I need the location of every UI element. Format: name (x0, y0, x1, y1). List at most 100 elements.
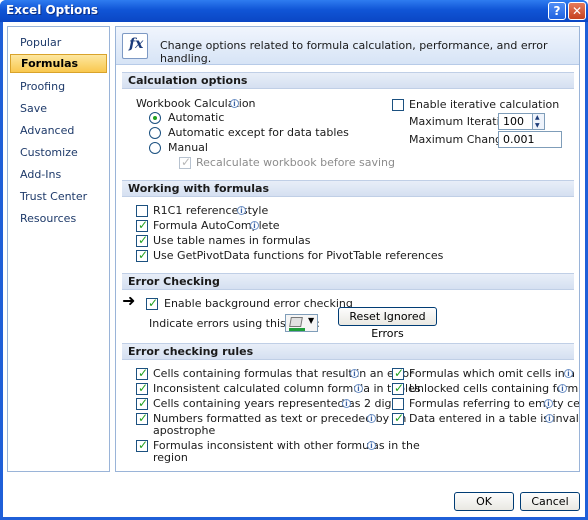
error-color-picker[interactable]: ▼ (285, 314, 318, 332)
dialog-footer: OK Cancel (3, 477, 585, 517)
info-icon[interactable]: i (350, 369, 359, 378)
rule-invalid-table-data-label: Data entered in a table is invalid (409, 412, 580, 425)
paint-bucket-icon (289, 317, 303, 327)
recalculate-before-saving-checkbox[interactable] (179, 155, 191, 169)
rule-empty-cells-checkbox[interactable] (392, 398, 404, 410)
table-names-checkbox[interactable] (136, 233, 148, 247)
nav-label: Popular (20, 36, 62, 49)
options-nav: Popular Formulas Proofing Save Advanced … (7, 26, 110, 472)
rule-inconsistent-column-checkbox[interactable] (136, 381, 148, 395)
nav-label: Save (20, 102, 48, 115)
section-error-checking: Error Checking (122, 273, 574, 290)
nav-item-addins[interactable]: Add-Ins (10, 165, 107, 184)
nav-item-advanced[interactable]: Advanced (10, 121, 107, 140)
help-button[interactable]: ? (548, 2, 566, 20)
close-icon: ✕ (571, 4, 583, 18)
info-icon[interactable]: i (342, 399, 351, 408)
section-working-with-formulas: Working with formulas (122, 180, 574, 197)
info-icon[interactable]: i (367, 441, 376, 450)
section-error-checking-rules: Error checking rules (122, 343, 574, 360)
info-icon[interactable]: i (544, 399, 553, 408)
radio-manual[interactable] (149, 142, 161, 154)
rule-inconsistent-column-label: Inconsistent calculated column formula i… (153, 382, 421, 395)
nav-item-formulas[interactable]: Formulas (10, 54, 107, 73)
cancel-button[interactable]: Cancel (520, 492, 580, 511)
rule-numbers-as-text-label-cont: apostrophe (153, 424, 216, 437)
section-calculation-options: Calculation options (122, 72, 574, 89)
ok-button[interactable]: OK (454, 492, 514, 511)
maximum-change-input[interactable]: 0.001 (498, 131, 562, 148)
radio-automatic-label: Automatic (168, 111, 225, 124)
rule-two-digit-years-checkbox[interactable] (136, 396, 148, 410)
getpivotdata-checkbox[interactable] (136, 248, 148, 262)
rule-omit-cells-checkbox[interactable] (392, 366, 404, 380)
info-icon[interactable]: i (237, 206, 246, 215)
panel-header: fx Change options related to formula cal… (116, 27, 579, 65)
r1c1-checkbox[interactable] (136, 205, 148, 217)
nav-item-trust-center[interactable]: Trust Center (10, 187, 107, 206)
rule-inconsistent-formulas-label-cont: region (153, 451, 188, 464)
rule-formulas-error-checkbox[interactable] (136, 366, 148, 380)
pointer-arrow-icon: ➜ (122, 291, 136, 310)
nav-label: Proofing (20, 80, 66, 93)
rule-unlocked-cells-checkbox[interactable] (392, 381, 404, 395)
background-error-checking-checkbox[interactable] (146, 296, 158, 310)
formulas-panel: fx Change options related to formula cal… (115, 26, 580, 472)
color-swatch (289, 328, 305, 331)
close-button[interactable]: ✕ (568, 2, 586, 20)
info-icon[interactable]: i (250, 221, 259, 230)
chevron-down-icon: ▼ (308, 316, 315, 325)
getpivotdata-label: Use GetPivotData functions for PivotTabl… (153, 249, 444, 262)
rule-empty-cells-label: Formulas referring to empty cells (409, 397, 580, 410)
dialog-body: Popular Formulas Proofing Save Advanced … (3, 22, 585, 517)
reset-ignored-errors-button[interactable]: Reset Ignored Errors (338, 307, 437, 340)
nav-label: Advanced (20, 124, 75, 137)
info-icon[interactable]: i (230, 99, 239, 108)
iterations-spinner[interactable]: ▲ ▼ (532, 113, 545, 130)
rule-omit-cells-label: Formulas which omit cells in a region (409, 367, 579, 380)
enable-iterative-label: Enable iterative calculation (409, 98, 560, 111)
background-error-checking-label: Enable background error checking (164, 297, 353, 310)
info-icon[interactable]: i (558, 384, 567, 393)
info-icon[interactable]: i (564, 369, 573, 378)
nav-label: Add-Ins (20, 168, 62, 181)
rule-inconsistent-formulas-checkbox[interactable] (136, 438, 148, 452)
spin-up-icon: ▲ (535, 114, 540, 121)
nav-item-proofing[interactable]: Proofing (10, 77, 107, 96)
maximum-change-label: Maximum Change: (409, 133, 513, 146)
nav-label: Trust Center (20, 190, 88, 203)
fx-glyph: fx (129, 36, 144, 52)
spin-down-icon: ▼ (535, 122, 540, 129)
rule-inconsistent-formulas-label: Formulas inconsistent with other formula… (153, 439, 420, 452)
info-icon[interactable]: i (367, 414, 376, 423)
nav-item-resources[interactable]: Resources (10, 209, 107, 228)
radio-automatic[interactable] (149, 112, 161, 124)
formula-autocomplete-label: Formula AutoComplete (153, 219, 280, 232)
info-icon[interactable]: i (545, 414, 554, 423)
header-description: Change options related to formula calcul… (160, 39, 548, 65)
nav-label: Resources (20, 212, 77, 225)
rule-unlocked-cells-label: Unlocked cells containing formulas (409, 382, 579, 395)
nav-label: Formulas (21, 57, 79, 70)
rule-two-digit-years-label: Cells containing years represented as 2 … (153, 397, 405, 410)
enable-iterative-checkbox[interactable] (392, 99, 404, 111)
excel-options-window: Excel Options ? ✕ Popular Formulas Proof… (0, 0, 588, 520)
r1c1-label: R1C1 reference style (153, 204, 269, 217)
nav-label: Customize (20, 146, 78, 159)
radio-automatic-except-label: Automatic except for data tables (168, 126, 349, 139)
radio-manual-label: Manual (168, 141, 208, 154)
table-names-label: Use table names in formulas (153, 234, 311, 247)
rule-numbers-as-text-checkbox[interactable] (136, 411, 148, 425)
radio-automatic-except-tables[interactable] (149, 127, 161, 139)
nav-item-save[interactable]: Save (10, 99, 107, 118)
title-bar[interactable]: Excel Options ? ✕ (0, 0, 588, 22)
info-icon[interactable]: i (354, 384, 363, 393)
nav-item-customize[interactable]: Customize (10, 143, 107, 162)
formula-autocomplete-checkbox[interactable] (136, 218, 148, 232)
rule-invalid-table-data-checkbox[interactable] (392, 411, 404, 425)
help-icon: ? (553, 4, 561, 18)
recalculate-label: Recalculate workbook before saving (196, 156, 395, 169)
nav-item-popular[interactable]: Popular (10, 33, 107, 52)
window-title: Excel Options (6, 3, 99, 17)
formula-icon: fx (122, 33, 148, 59)
